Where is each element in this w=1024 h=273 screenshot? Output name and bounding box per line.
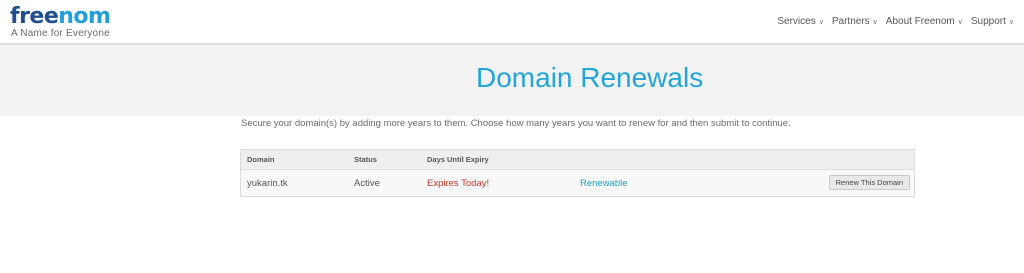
logo-text-nom: nom (58, 4, 111, 29)
nav-partners[interactable]: Partners ∨ (832, 16, 878, 27)
page-title: Domain Renewals (476, 62, 704, 93)
column-header-days-until-expiry: Days Until Expiry (427, 155, 489, 164)
logo-text-free: free (10, 4, 59, 29)
domain-name: yukarin.tk (247, 178, 288, 189)
title-band: Domain Renewals (0, 45, 1024, 116)
chevron-down-icon: ∨ (1008, 18, 1014, 26)
logo-tagline: A Name for Everyone (11, 28, 110, 39)
domain-renewals-table: Domain Status Days Until Expiry yukarin.… (240, 149, 915, 197)
renew-this-domain-button[interactable]: Renew This Domain (828, 175, 910, 190)
column-header-status: Status (354, 155, 377, 164)
chevron-down-icon: ∨ (872, 18, 878, 26)
renewable-link[interactable]: Renewable (580, 178, 628, 189)
nav-about-label: About Freenom (885, 16, 955, 27)
nav-services[interactable]: Services ∨ (777, 16, 823, 27)
nav-services-label: Services (777, 16, 816, 27)
nav-partners-label: Partners (831, 16, 870, 27)
expiry-status: Expires Today! (427, 178, 490, 189)
table-header: Domain Status Days Until Expiry (241, 150, 914, 170)
intro-text: Secure your domain(s) by adding more yea… (241, 118, 791, 129)
domain-status: Active (354, 178, 380, 189)
nav-about-freenom[interactable]: About Freenom ∨ (886, 16, 963, 27)
main-nav: Services ∨ Partners ∨ About Freenom ∨ Su… (777, 16, 1014, 27)
column-header-domain: Domain (247, 155, 275, 164)
chevron-down-icon: ∨ (818, 18, 824, 26)
chevron-down-icon: ∨ (957, 18, 963, 26)
top-navigation-bar: freenom A Name for Everyone Services ∨ P… (0, 0, 1024, 45)
nav-support-label: Support (970, 16, 1006, 27)
freenom-logo[interactable]: freenom (10, 4, 111, 29)
nav-support[interactable]: Support ∨ (971, 16, 1014, 27)
table-row: yukarin.tk Active Expires Today! Renewab… (241, 170, 914, 196)
